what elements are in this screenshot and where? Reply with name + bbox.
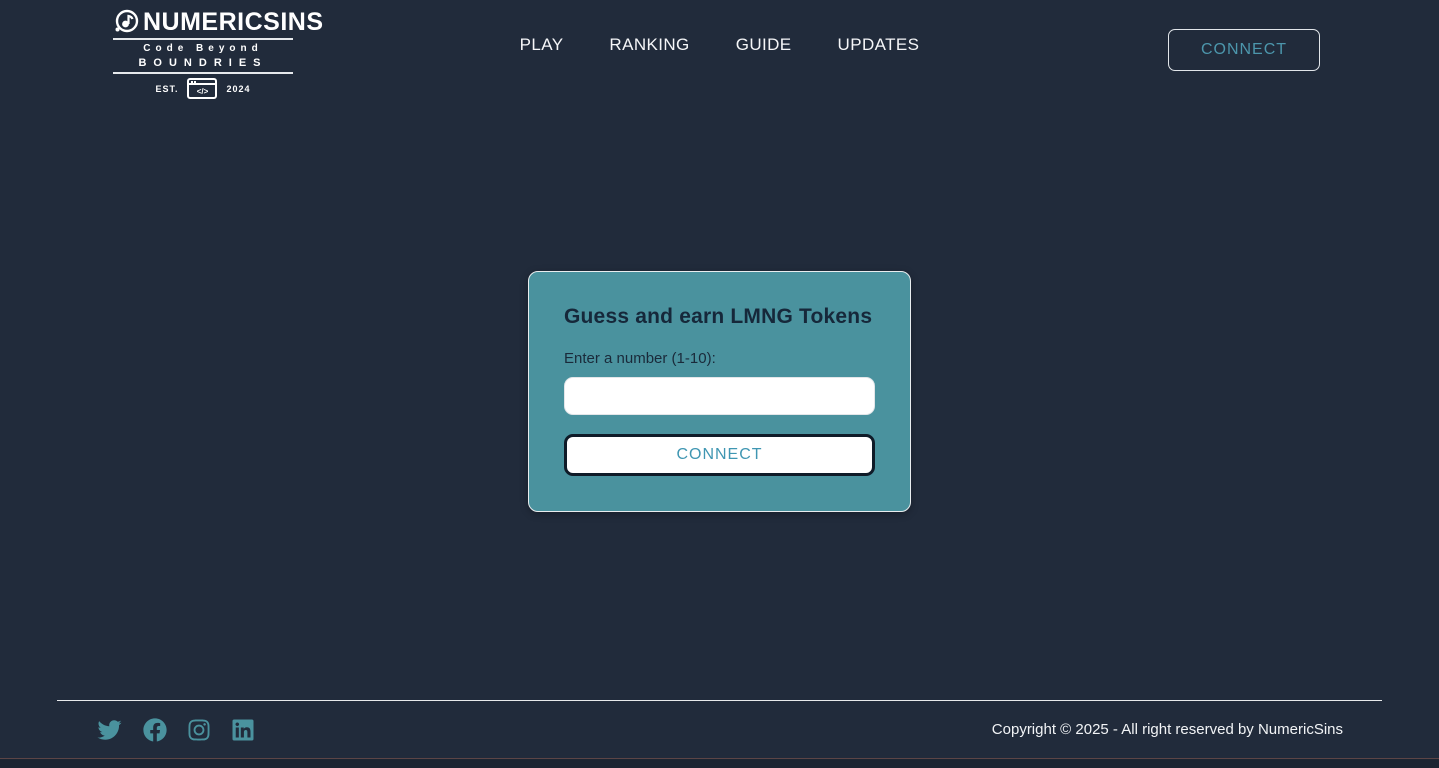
connect-wallet-button[interactable]: CONNECT [1168, 29, 1320, 71]
social-links [96, 717, 255, 742]
nav-item-updates[interactable]: UPDATES [838, 35, 920, 55]
instagram-icon[interactable] [187, 718, 211, 742]
number-input-label: Enter a number (1-10): [564, 349, 716, 367]
guess-game-card: Guess and earn LMNG Tokens Enter a numbe… [528, 270, 911, 512]
logo-divider-top [113, 38, 293, 40]
logo-est-year: 2024 [226, 83, 251, 94]
bottom-strip [0, 758, 1439, 768]
linkedin-icon[interactable] [231, 718, 255, 742]
facebook-icon[interactable] [143, 717, 167, 742]
logo-name: NUMERICSINS [143, 8, 324, 36]
main-nav: PLAY RANKING GUIDE UPDATES [520, 35, 920, 55]
logo-est-label: EST. [155, 83, 179, 94]
logo-tagline-line2: BOUNDRIES [138, 57, 268, 69]
card-connect-button[interactable]: CONNECT [564, 433, 875, 476]
number-input[interactable] [564, 376, 875, 415]
nav-item-guide[interactable]: GUIDE [736, 35, 792, 55]
main-content: Guess and earn LMNG Tokens Enter a numbe… [0, 100, 1439, 700]
site-logo[interactable]: NUMERICSINS Code Beyond BOUNDRIES EST. <… [113, 8, 323, 99]
nav-item-play[interactable]: PLAY [520, 35, 564, 55]
code-window-icon: </> [187, 78, 218, 99]
numericsins-logo-icon [113, 9, 140, 36]
logo-divider-bottom [113, 72, 293, 74]
header: NUMERICSINS Code Beyond BOUNDRIES EST. <… [0, 0, 1439, 100]
twitter-icon[interactable] [96, 718, 123, 742]
copyright-text: Copyright © 2025 - All right reserved by… [991, 721, 1343, 738]
footer: Copyright © 2025 - All right reserved by… [0, 700, 1439, 768]
logo-tagline-line1: Code Beyond [143, 43, 263, 54]
card-title: Guess and earn LMNG Tokens [564, 304, 873, 328]
nav-item-ranking[interactable]: RANKING [609, 35, 689, 55]
